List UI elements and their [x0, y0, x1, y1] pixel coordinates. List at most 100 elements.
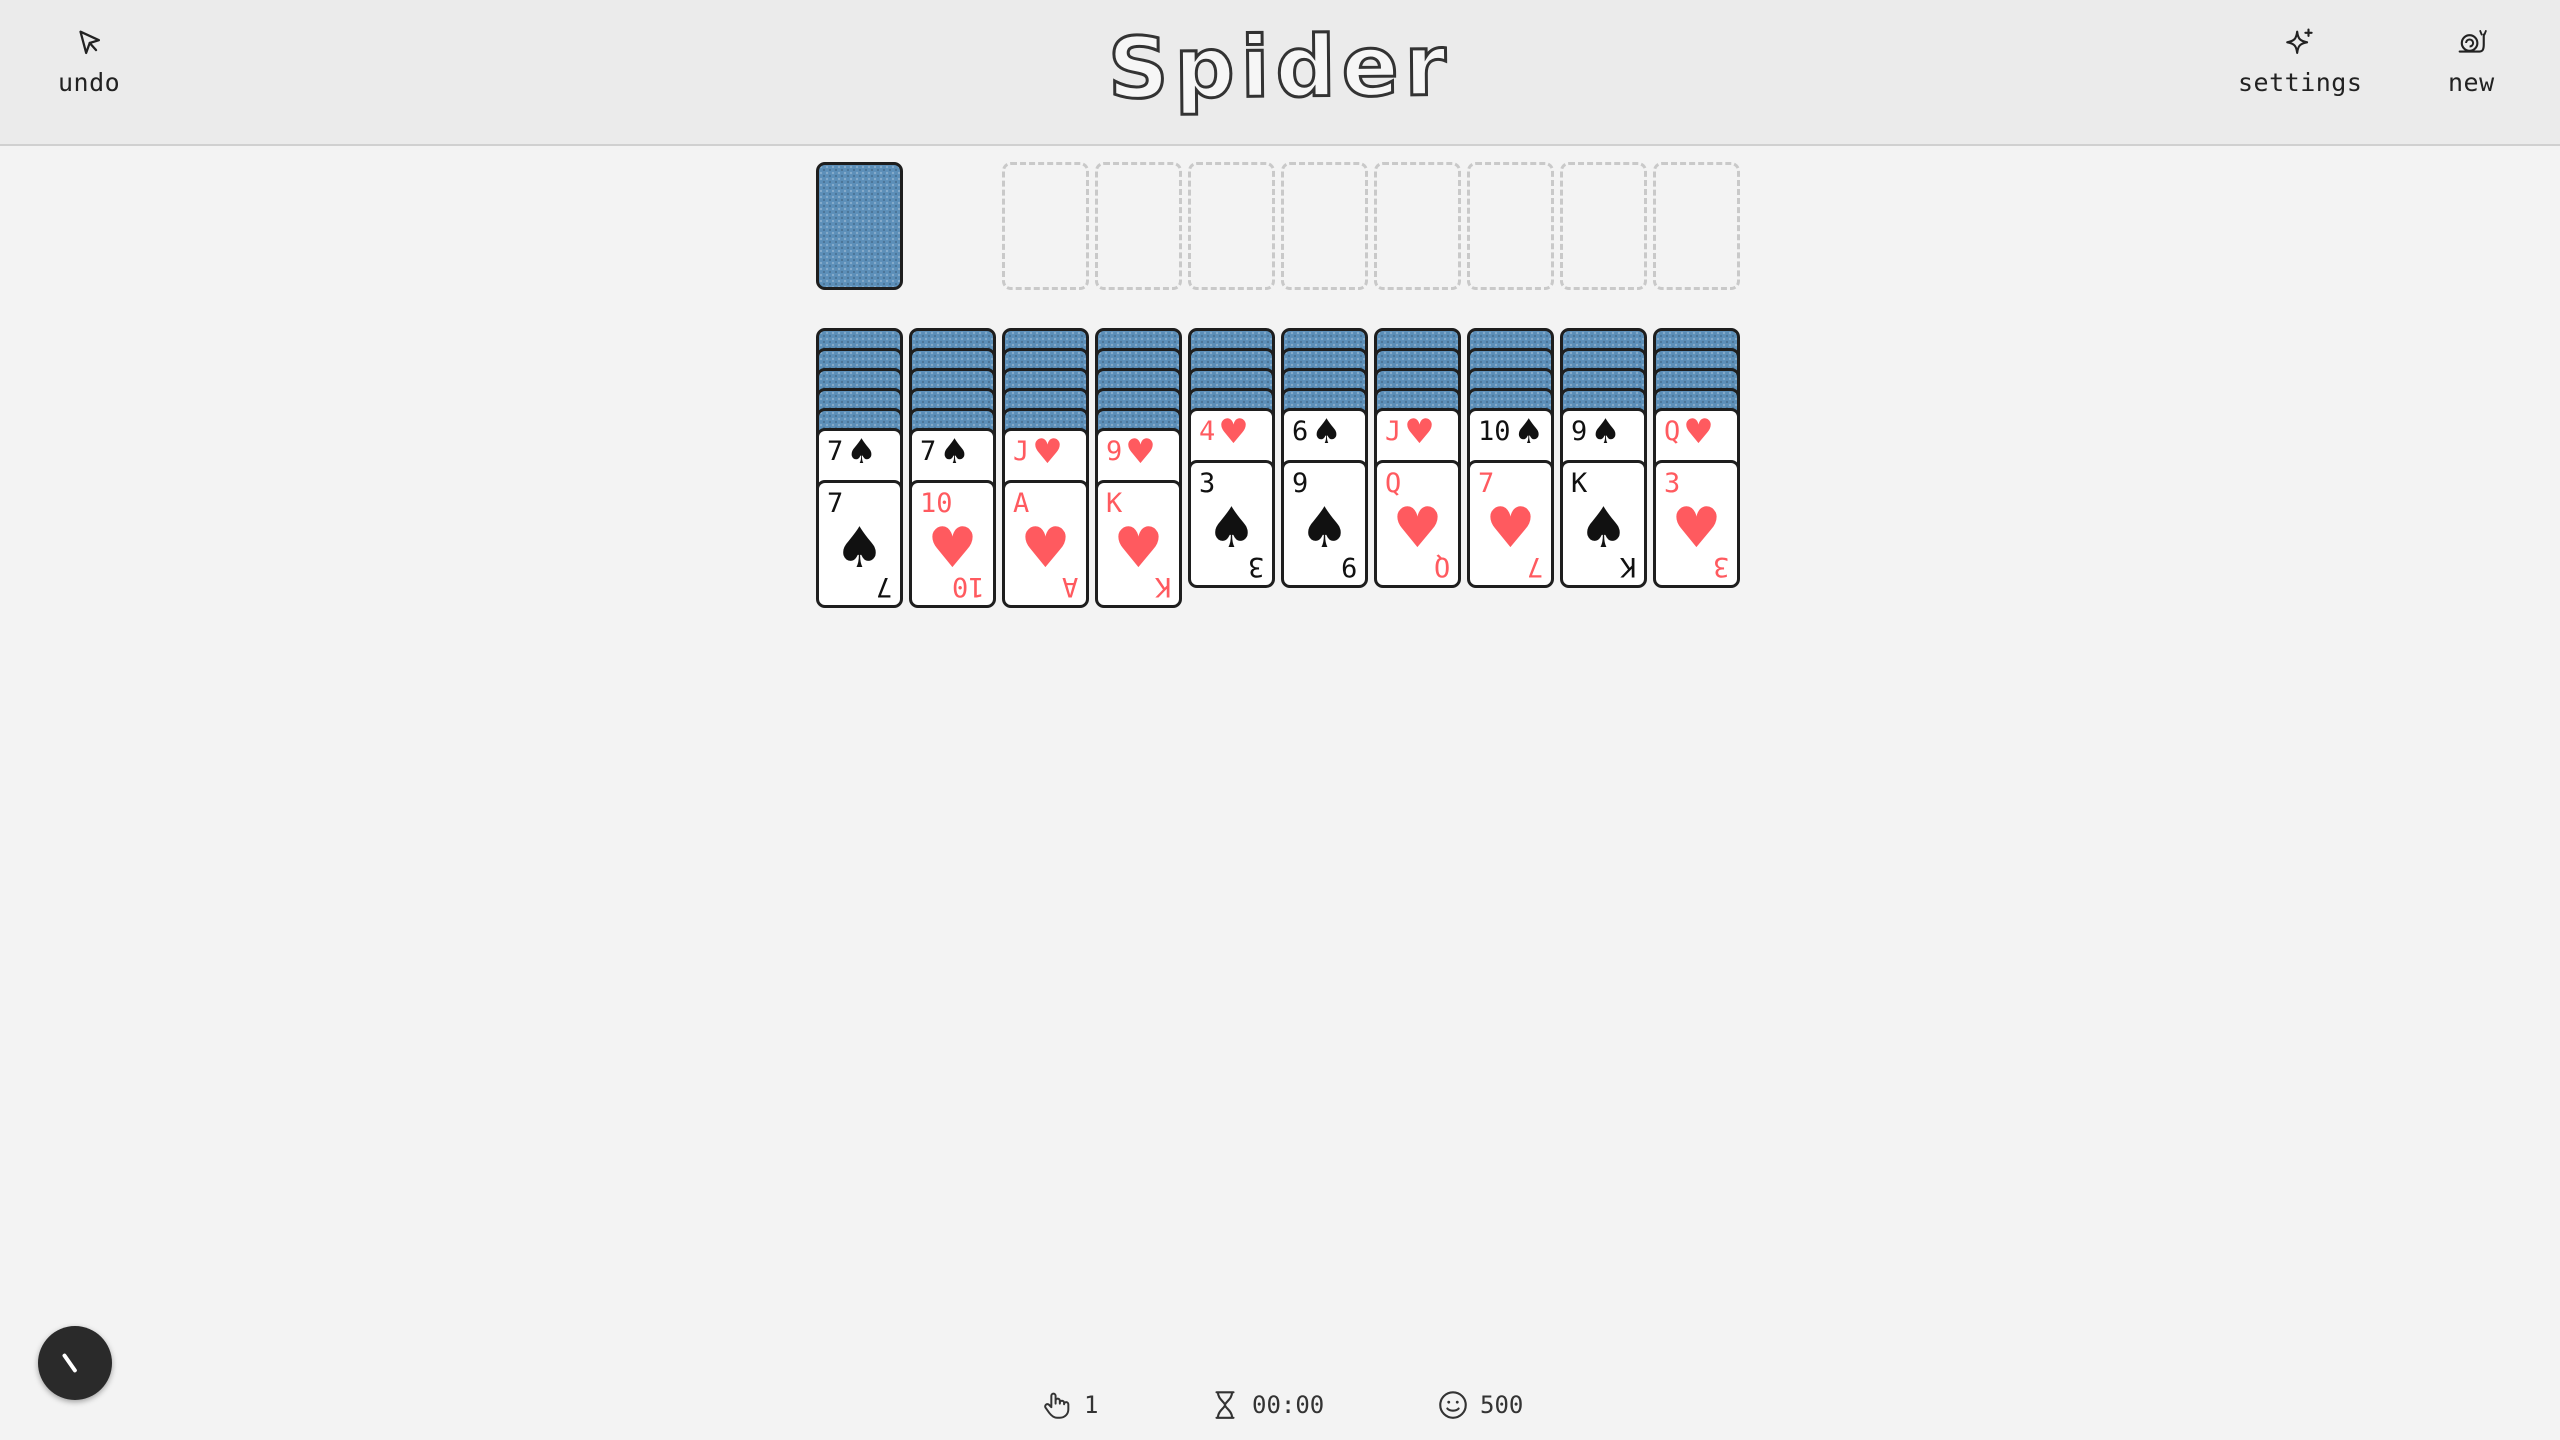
card-rank: 9: [1106, 436, 1123, 467]
card-corner-label: 3: [1664, 469, 1680, 499]
playing-card[interactable]: K ♠ K: [1560, 460, 1647, 588]
card-corner-label: 9 ♠: [1571, 412, 1621, 452]
card-rank-inverted: 10: [952, 571, 985, 602]
playing-card[interactable]: 7 ♥ 7: [1467, 460, 1554, 588]
card-rank: Q: [1385, 468, 1402, 499]
playing-card[interactable]: Q ♥ Q: [1374, 460, 1461, 588]
card-rank: 9: [1292, 468, 1309, 499]
card-corner-label: 9: [1292, 469, 1308, 499]
score: 500: [1436, 1388, 1523, 1422]
spades-icon: ♠: [939, 432, 970, 472]
spades-icon: ♠: [1513, 412, 1544, 452]
card-rank: K: [1571, 468, 1588, 499]
card-corner-label: J ♥: [1013, 432, 1063, 472]
card-corner-label: 6 ♠: [1292, 412, 1342, 452]
foundation-slot: [1188, 162, 1275, 290]
card-rank: 10: [920, 488, 953, 519]
foundation-slot: [1467, 162, 1554, 290]
playing-card[interactable]: 3 ♥ 3: [1653, 460, 1740, 588]
card-corner-label: 3: [1199, 469, 1215, 499]
hearts-icon: ♥: [1392, 496, 1443, 561]
playing-card[interactable]: K ♥ K: [1095, 480, 1182, 608]
smiley-icon: [1439, 1391, 1467, 1419]
hearts-icon: ♥: [1218, 412, 1249, 452]
card-rank: 7: [920, 436, 937, 467]
playing-card[interactable]: 10 ♥ 10: [909, 480, 996, 608]
card-rank: 10: [1478, 416, 1511, 447]
moves-value: 1: [1084, 1391, 1099, 1419]
foundation-slot: [1374, 162, 1461, 290]
hearts-icon: ♥: [1125, 432, 1156, 472]
foundation-slot: [1002, 162, 1089, 290]
card-rank-inverted: A: [1061, 571, 1078, 602]
hearts-icon: ♥: [1485, 496, 1536, 561]
spades-icon: ♠: [1590, 412, 1621, 452]
stock-pile[interactable]: [816, 162, 903, 290]
moves-counter: 1: [1040, 1388, 1098, 1422]
card-rank: 7: [1478, 468, 1495, 499]
spades-icon: ♠: [846, 432, 877, 472]
card-corner-label: K: [1571, 469, 1587, 499]
card-corner-label: 10: [920, 489, 953, 519]
card-rank: 3: [1199, 468, 1216, 499]
dial-needle-icon: [61, 1352, 78, 1374]
hearts-icon: ♥: [1020, 516, 1071, 581]
spades-icon: ♠: [1311, 412, 1342, 452]
card-rank: J: [1385, 416, 1402, 447]
card-rank: 7: [827, 488, 844, 519]
card-rank: 7: [827, 436, 844, 467]
card-rank-inverted: 3: [1712, 551, 1729, 582]
card-corner-label: J ♥: [1385, 412, 1435, 452]
card-rank-inverted: 9: [1340, 551, 1357, 582]
foundation-slot: [1653, 162, 1740, 290]
spades-icon: ♠: [1206, 496, 1257, 561]
card-corner-label: 9 ♥: [1106, 432, 1156, 472]
card-rank: 6: [1292, 416, 1309, 447]
card-rank-inverted: 7: [1526, 551, 1543, 582]
spades-icon: ♠: [1299, 496, 1350, 561]
hand-pointer-icon: [1044, 1392, 1070, 1419]
foundation-slot: [1281, 162, 1368, 290]
card-rank-inverted: K: [1619, 551, 1636, 582]
hearts-icon: ♥: [927, 516, 978, 581]
hourglass-icon: [1215, 1391, 1235, 1419]
card-corner-label: 10 ♠: [1478, 412, 1544, 452]
card-corner-label: K: [1106, 489, 1122, 519]
spades-icon: ♠: [1578, 496, 1629, 561]
card-rank: 3: [1664, 468, 1681, 499]
card-corner-label: A: [1013, 489, 1029, 519]
card-rank: 4: [1199, 416, 1216, 447]
card-rank-inverted: Q: [1433, 551, 1450, 582]
playing-card[interactable]: A ♥ A: [1002, 480, 1089, 608]
card-rank: Q: [1664, 416, 1681, 447]
hearts-icon: ♥: [1683, 412, 1714, 452]
card-rank: K: [1106, 488, 1123, 519]
card-corner-label: Q ♥: [1664, 412, 1714, 452]
foundation-slot: [1560, 162, 1647, 290]
card-rank: J: [1013, 436, 1030, 467]
game-board: 7 ♠ 7 ♠ 7 7 ♠ 10 ♥ 10 J ♥ A ♥ A 9 ♥ K ♥ K 4 ♥ 3 ♠ 3 6 ♠ 9 ♠ 9 J ♥ Q ♥ Q 10 ♠…: [0, 0, 2560, 1440]
hearts-icon: ♥: [1671, 496, 1722, 561]
card-rank: A: [1013, 488, 1030, 519]
playing-card[interactable]: 3 ♠ 3: [1188, 460, 1275, 588]
score-value: 500: [1480, 1391, 1524, 1419]
card-corner-label: 7 ♠: [920, 432, 970, 472]
card-rank-inverted: 3: [1247, 551, 1264, 582]
playing-card[interactable]: 9 ♠ 9: [1281, 460, 1368, 588]
card-rank-inverted: K: [1154, 571, 1171, 602]
card-rank: 9: [1571, 416, 1588, 447]
hearts-icon: ♥: [1032, 432, 1063, 472]
hearts-icon: ♥: [1404, 412, 1435, 452]
foundation-slot: [1095, 162, 1182, 290]
card-corner-label: 7: [1478, 469, 1494, 499]
card-rank-inverted: 7: [875, 571, 892, 602]
playing-card[interactable]: 7 ♠ 7: [816, 480, 903, 608]
timer: 00:00: [1208, 1388, 1324, 1422]
hearts-icon: ♥: [1113, 516, 1164, 581]
card-corner-label: 7: [827, 489, 843, 519]
time-value: 00:00: [1252, 1391, 1325, 1419]
spades-icon: ♠: [834, 516, 885, 581]
card-corner-label: 7 ♠: [827, 432, 877, 472]
floating-action-button[interactable]: [38, 1326, 112, 1400]
card-corner-label: Q: [1385, 469, 1401, 499]
